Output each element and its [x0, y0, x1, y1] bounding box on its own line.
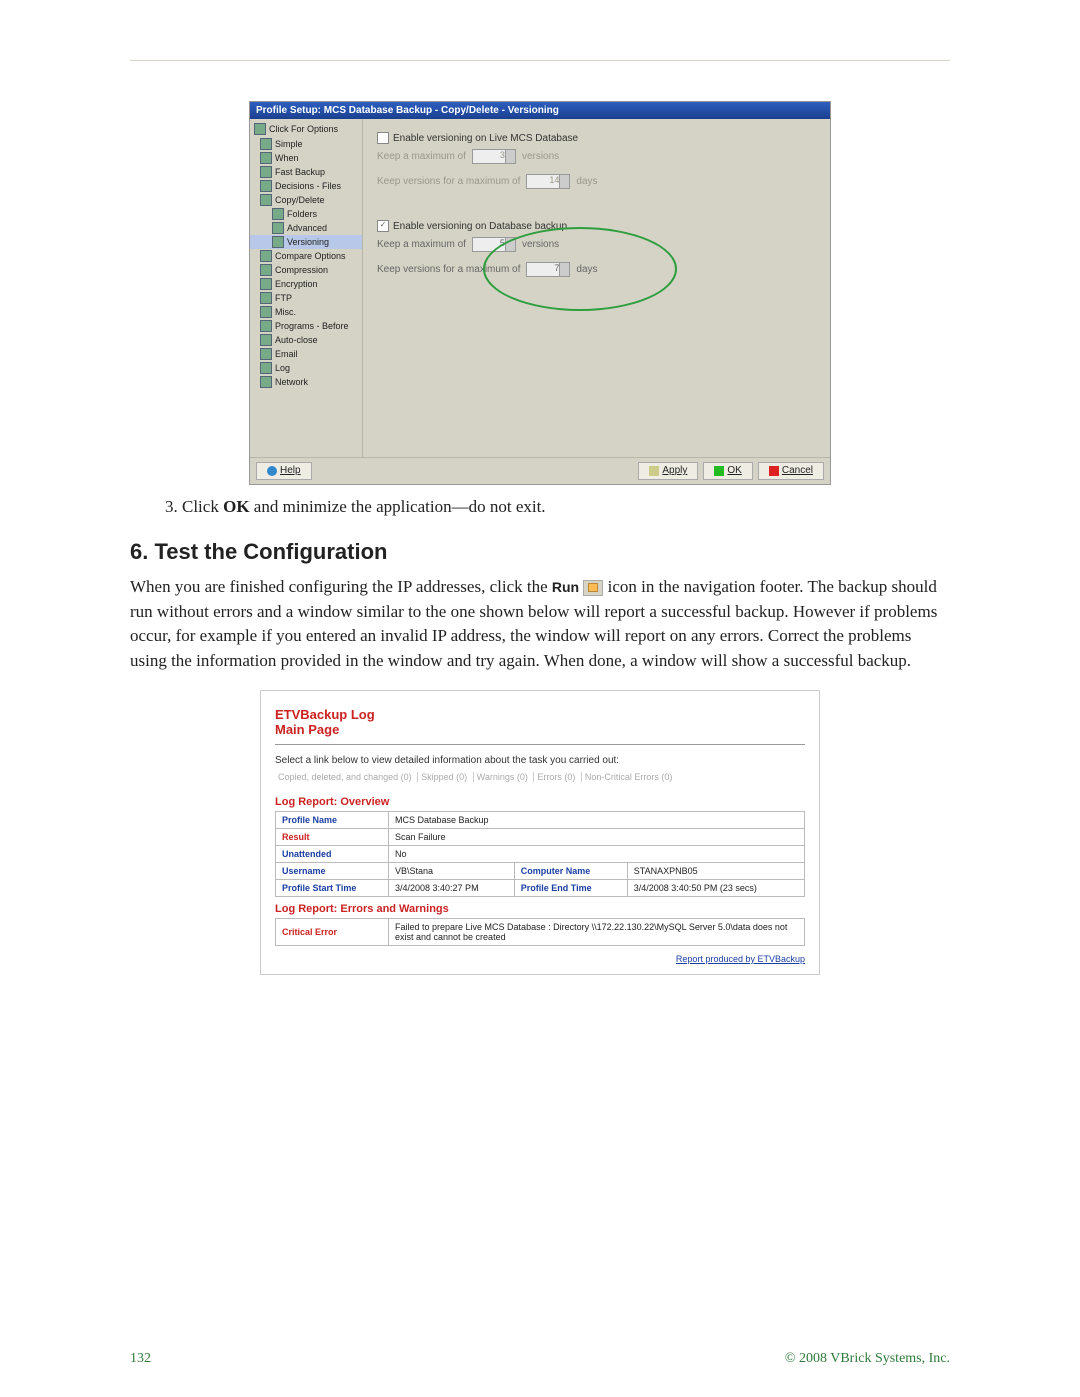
run-label: Run [552, 579, 579, 595]
page-number: 132 [130, 1351, 151, 1367]
sidebar-item-auto-close[interactable]: Auto-close [250, 333, 362, 347]
checkbox-live-versioning[interactable] [377, 132, 389, 144]
help-button[interactable]: Help [256, 462, 312, 480]
sidebar-item-when[interactable]: When [250, 151, 362, 165]
instruction-text: Select a link below to view detailed inf… [275, 755, 805, 766]
copyright: © 2008 VBrick Systems, Inc. [785, 1351, 950, 1367]
sidebar-item-copy-delete[interactable]: Copy/Delete [250, 193, 362, 207]
log-report-window: ETVBackup LogMain Page Select a link bel… [260, 690, 820, 975]
overview-table: Profile NameMCS Database Backup ResultSc… [275, 811, 805, 897]
errors-heading: Log Report: Errors and Warnings [275, 903, 805, 915]
sidebar-item-decisions-files[interactable]: Decisions - Files [250, 179, 362, 193]
cancel-button[interactable]: Cancel [758, 462, 824, 480]
checkbox-label: Enable versioning on Live MCS Database [393, 133, 578, 144]
label-keep-max: Keep a maximum of [377, 239, 466, 250]
link-errors[interactable]: Errors (0) [533, 772, 578, 782]
spinner-backup-days[interactable]: 7 [526, 262, 570, 277]
options-sidebar: Click For Options Simple When Fast Backu… [250, 119, 363, 457]
check-icon [714, 466, 724, 476]
sidebar-item-versioning[interactable]: Versioning [250, 235, 362, 249]
filter-links: Copied, deleted, and changed (0) Skipped… [275, 772, 805, 782]
table-row: ResultScan Failure [276, 828, 805, 845]
label-keep-max: Keep a maximum of [377, 151, 466, 162]
log-title: ETVBackup LogMain Page [275, 707, 805, 738]
checkbox-label: Enable versioning on Database backup [393, 221, 567, 232]
spinner-live-max[interactable]: 3 [472, 149, 516, 164]
spinner-live-days[interactable]: 14 [526, 174, 570, 189]
apply-button[interactable]: Apply [638, 462, 698, 480]
sidebar-item-email[interactable]: Email [250, 347, 362, 361]
checkbox-backup-versioning[interactable]: ✓ [377, 220, 389, 232]
sidebar-item-network[interactable]: Network [250, 375, 362, 389]
sidebar-item-programs-before[interactable]: Programs - Before [250, 319, 362, 333]
sidebar-item-folders[interactable]: Folders [250, 207, 362, 221]
save-icon [649, 466, 659, 476]
sidebar-header: Click For Options [250, 121, 362, 137]
table-row: Profile NameMCS Database Backup [276, 811, 805, 828]
sidebar-item-simple[interactable]: Simple [250, 137, 362, 151]
close-icon [769, 466, 779, 476]
section-heading: 6. Test the Configuration [130, 539, 950, 565]
help-icon [267, 466, 277, 476]
sidebar-item-advanced[interactable]: Advanced [250, 221, 362, 235]
sidebar-item-compression[interactable]: Compression [250, 263, 362, 277]
spinner-backup-max[interactable]: 5 [472, 237, 516, 252]
report-producer-link[interactable]: Report produced by ETVBackup [275, 954, 805, 964]
table-row: UsernameVB\StanaComputer NameSTANAXPNB05 [276, 862, 805, 879]
link-skipped[interactable]: Skipped (0) [417, 772, 470, 782]
run-icon [583, 580, 603, 596]
window-titlebar: Profile Setup: MCS Database Backup - Cop… [250, 102, 830, 119]
label-keep-days: Keep versions for a maximum of [377, 264, 520, 275]
link-noncritical[interactable]: Non-Critical Errors (0) [581, 772, 676, 782]
link-copied[interactable]: Copied, deleted, and changed (0) [275, 772, 415, 782]
errors-table: Critical ErrorFailed to prepare Live MCS… [275, 918, 805, 946]
table-row: Profile Start Time3/4/2008 3:40:27 PMPro… [276, 879, 805, 896]
label-keep-days: Keep versions for a maximum of [377, 176, 520, 187]
sidebar-item-misc[interactable]: Misc. [250, 305, 362, 319]
sidebar-item-fast-backup[interactable]: Fast Backup [250, 165, 362, 179]
link-warnings[interactable]: Warnings (0) [473, 772, 531, 782]
sidebar-item-log[interactable]: Log [250, 361, 362, 375]
profile-setup-window: Profile Setup: MCS Database Backup - Cop… [249, 101, 831, 485]
sidebar-item-encryption[interactable]: Encryption [250, 277, 362, 291]
overview-heading: Log Report: Overview [275, 796, 805, 808]
table-row: UnattendedNo [276, 845, 805, 862]
sidebar-item-compare-options[interactable]: Compare Options [250, 249, 362, 263]
body-paragraph: When you are finished configuring the IP… [130, 575, 950, 674]
versioning-pane: Enable versioning on Live MCS Database K… [363, 119, 830, 457]
table-row: Critical ErrorFailed to prepare Live MCS… [276, 918, 805, 945]
sidebar-item-ftp[interactable]: FTP [250, 291, 362, 305]
step-3-text: 3. Click OK and minimize the application… [165, 497, 950, 517]
ok-button[interactable]: OK [703, 462, 752, 480]
